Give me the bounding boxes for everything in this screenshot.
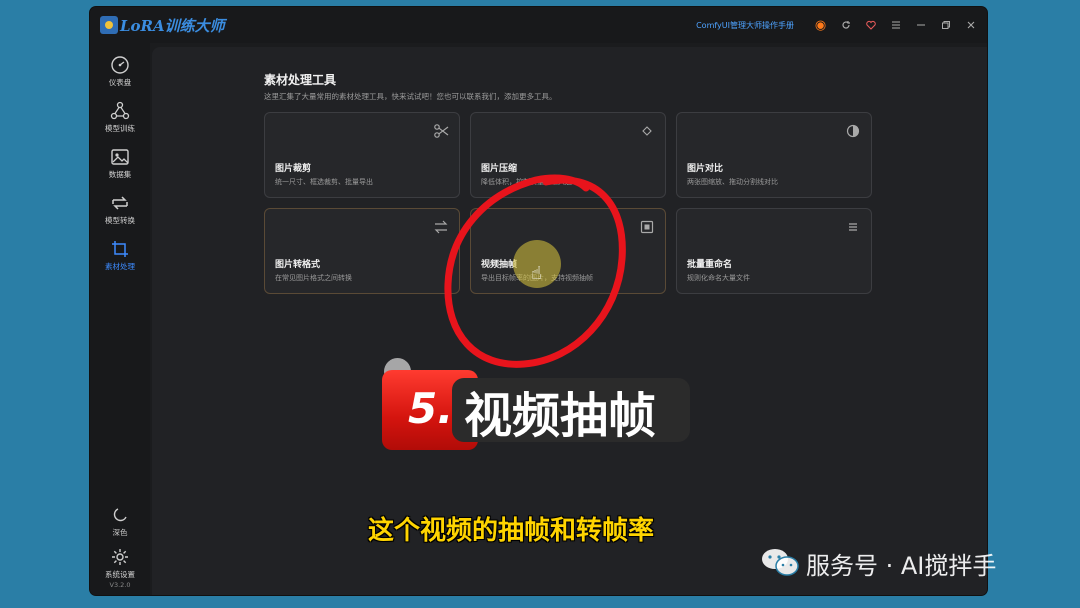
sidebar-item-label: 仪表盘 [108, 78, 132, 87]
tool-card-image-crop[interactable]: 图片裁剪 统一尺寸、框选裁剪、批量导出 [264, 112, 460, 198]
sidebar-item-dashboard[interactable]: 仪表盘 [90, 55, 150, 88]
sidebar-item-model-conversion[interactable]: 模型转换 [90, 193, 150, 226]
sidebar-item-label: 模型转换 [105, 216, 135, 225]
sidebar-item-material-processing[interactable]: 素材处理 [90, 239, 150, 272]
hand-cursor-icon: ☝ [531, 263, 542, 284]
tool-description: 两张图缩放、拖动分割线对比 [687, 178, 778, 186]
tool-title: 图片裁剪 [275, 164, 312, 174]
convert-icon [110, 193, 130, 213]
banner-title: 视频抽帧 [464, 388, 657, 444]
tool-description: 规则化命名大量文件 [687, 274, 750, 282]
app-version: V3.2.0 [109, 581, 131, 589]
sidebar-item-label: 素材处理 [105, 262, 135, 271]
tool-title: 图片对比 [687, 164, 724, 174]
tool-card-batch-rename[interactable]: 批量重命名 规则化命名大量文件 [676, 208, 872, 294]
app-name: LoRA训练大师 [120, 16, 225, 35]
heart-icon[interactable] [858, 7, 883, 43]
settings-label: 系统设置 [105, 570, 135, 579]
diamond-icon [639, 123, 655, 139]
tool-title: 图片转格式 [275, 260, 321, 270]
video-subtitle: 这个视频的抽帧和转帧率 [368, 516, 655, 546]
gauge-icon [110, 55, 130, 75]
logo-icon [100, 16, 118, 34]
wechat-icon [760, 547, 800, 581]
theme-toggle[interactable]: 深色 [90, 505, 150, 538]
tool-description: 统一尺寸、框选裁剪、批量导出 [275, 178, 373, 186]
gear-icon [110, 547, 130, 567]
watermark-text: 服务号 · AI搅拌手 [806, 552, 997, 580]
manual-link[interactable]: ComfyUI管理大师操作手册 [696, 20, 794, 31]
theme-label: 深色 [112, 528, 128, 537]
contrast-icon [845, 123, 861, 139]
scissors-icon [433, 123, 449, 139]
crop-icon [110, 239, 130, 259]
minimize-icon[interactable] [908, 7, 933, 43]
tool-card-video-frames[interactable]: 视频抽帧 导出目标帧率的图片，支持视频抽帧 [470, 208, 666, 294]
frame-icon [639, 219, 655, 235]
sidebar-item-dataset[interactable]: 数据集 [90, 147, 150, 180]
sidebar-item-settings[interactable]: 系统设置 V3.2.0 [90, 547, 150, 589]
tool-card-image-compress[interactable]: 图片压缩 降低体积，控制质量与最大边 [470, 112, 666, 198]
page-title: 素材处理工具 [264, 73, 337, 87]
restore-icon[interactable] [933, 7, 958, 43]
refresh-icon[interactable] [833, 7, 858, 43]
title-bar: LoRA训练大师 ComfyUI管理大师操作手册 ◉ [90, 7, 987, 43]
sidebar-item-label: 数据集 [108, 170, 132, 179]
tool-description: 降低体积，控制质量与最大边 [481, 178, 572, 186]
sidebar-item-label: 模型训练 [105, 124, 135, 133]
brand-icon[interactable]: ◉ [808, 7, 833, 43]
page-description: 这里汇集了大量常用的素材处理工具，快来试试吧！您也可以联系我们，添加更多工具。 [264, 92, 557, 101]
banner-number: 5. [408, 384, 454, 433]
tool-title: 视频抽帧 [481, 260, 518, 270]
tool-description: 在常见图片格式之间转换 [275, 274, 352, 282]
tool-card-image-format[interactable]: 图片转格式 在常见图片格式之间转换 [264, 208, 460, 294]
tool-title: 图片压缩 [481, 164, 518, 174]
swap-icon [433, 219, 449, 235]
tool-title: 批量重命名 [687, 260, 733, 270]
app-logo: LoRA训练大师 [100, 15, 225, 36]
list-icon [845, 219, 861, 235]
moon-icon [111, 505, 129, 525]
app-window: LoRA训练大师 ComfyUI管理大师操作手册 ◉ 仪表盘 模型训练 数据集 … [90, 7, 987, 595]
watermark: 服务号 · AI搅拌手 [760, 546, 996, 581]
images-icon [110, 147, 130, 167]
sidebar: 仪表盘 模型训练 数据集 模型转换 素材处理 深色 系统设置 V3.2.0 [90, 43, 150, 595]
nodes-icon [110, 101, 130, 121]
menu-icon[interactable] [883, 7, 908, 43]
close-icon[interactable] [958, 7, 983, 43]
sidebar-item-model-training[interactable]: 模型训练 [90, 101, 150, 134]
tool-card-image-compare[interactable]: 图片对比 两张图缩放、拖动分割线对比 [676, 112, 872, 198]
